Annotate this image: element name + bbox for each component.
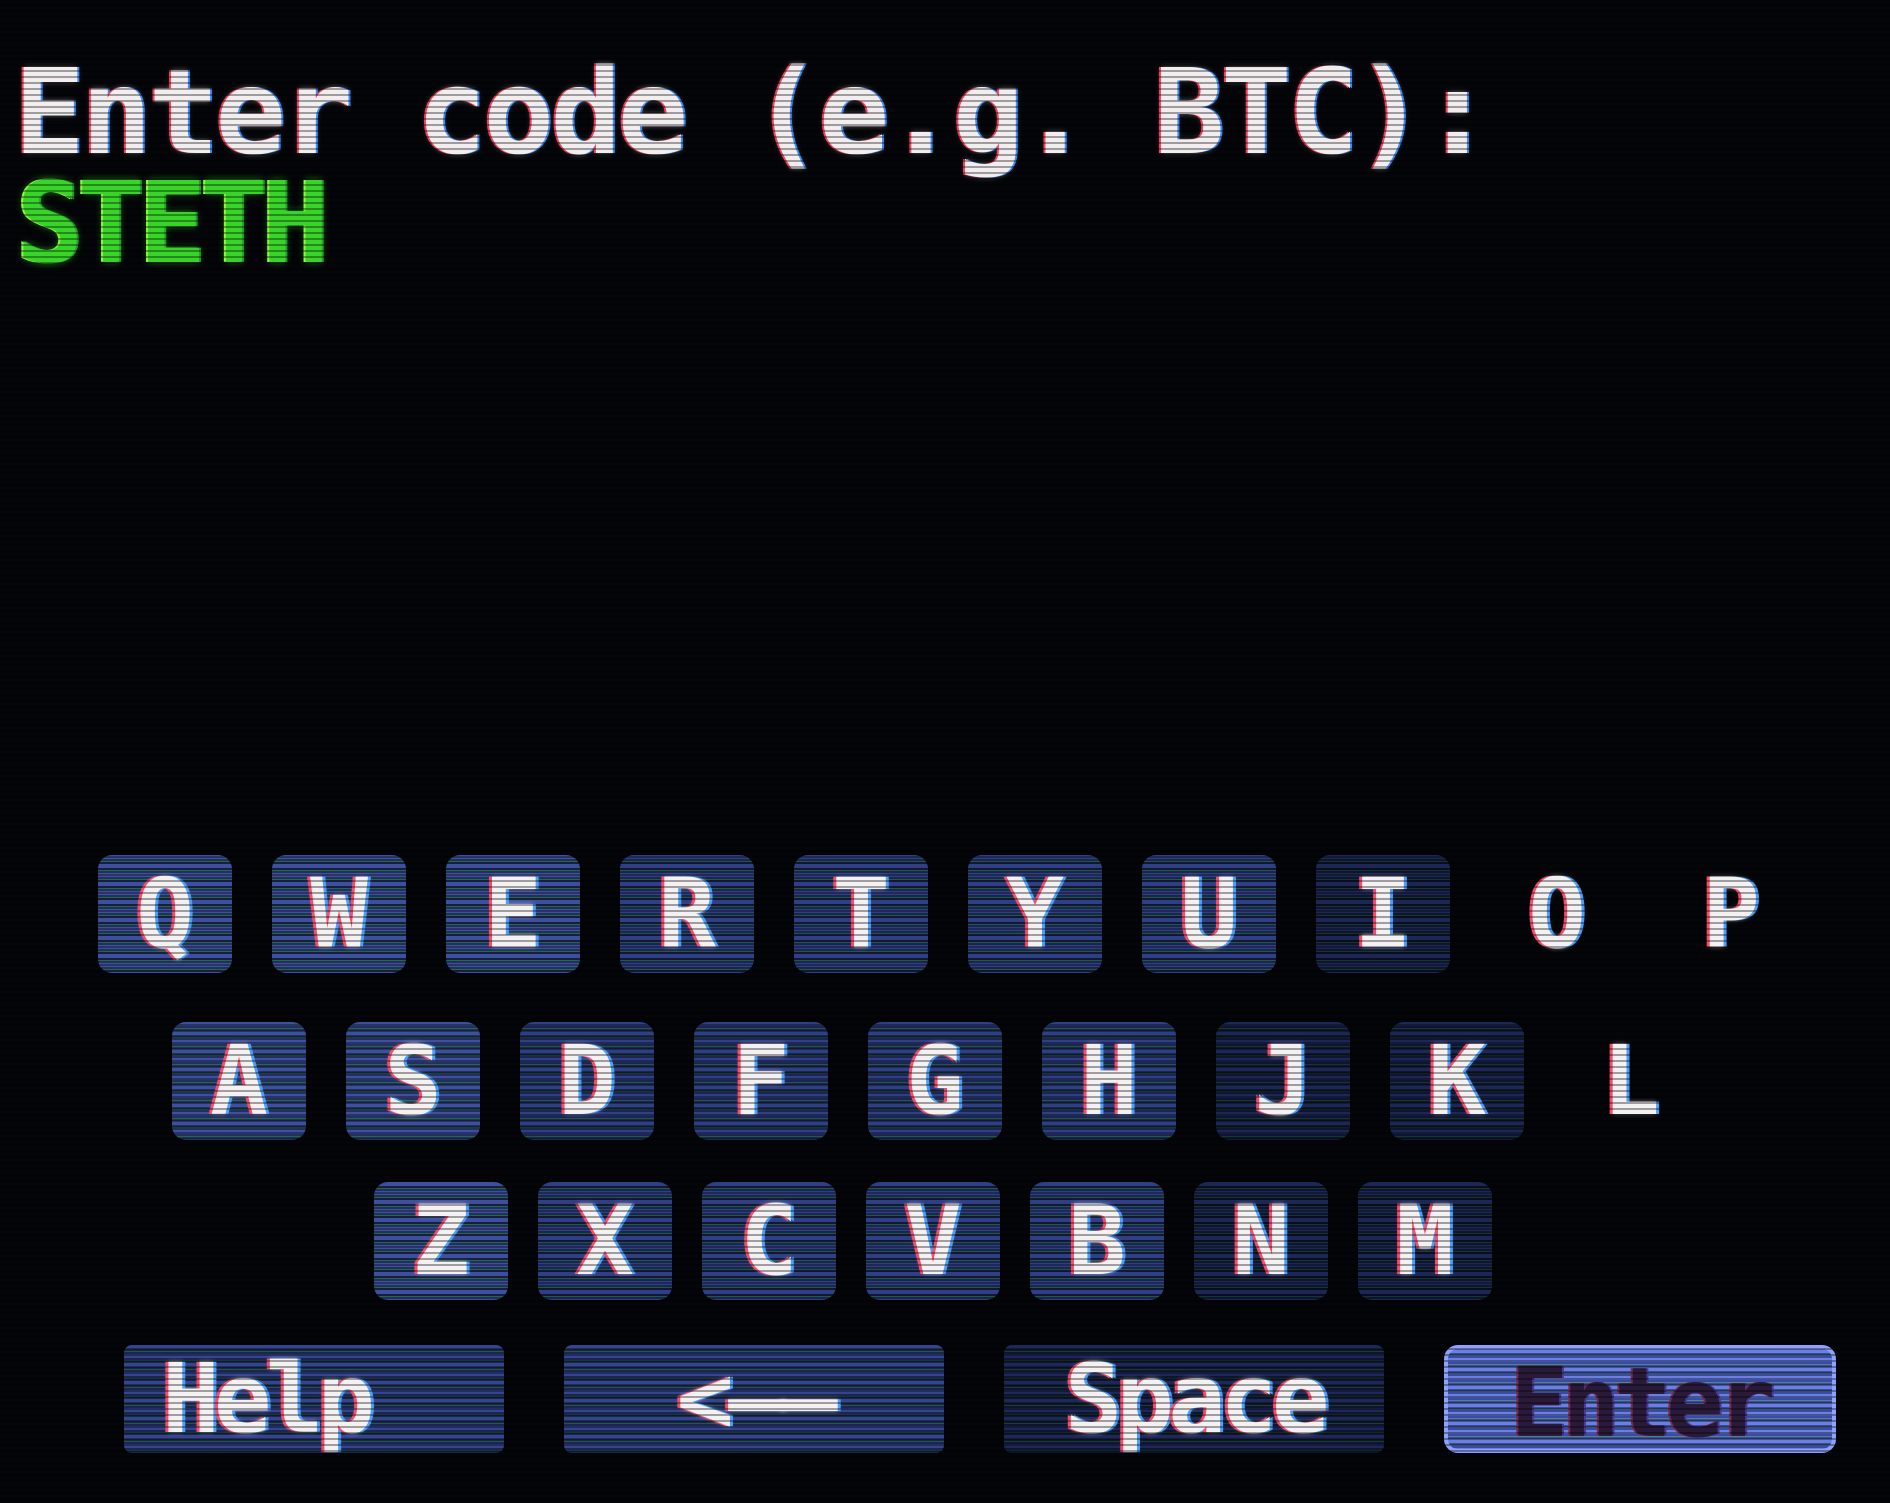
key-v[interactable]: V xyxy=(866,1182,1000,1300)
key-g[interactable]: G xyxy=(868,1022,1002,1140)
key-r[interactable]: R xyxy=(620,855,754,973)
keyboard-row-2: A S D F G H J K L xyxy=(172,1022,1738,1140)
key-q[interactable]: Q xyxy=(98,855,232,973)
device-screen: Enter code (e.g. BTC): STETH Q W E R T Y… xyxy=(0,0,1890,1503)
key-x[interactable]: X xyxy=(538,1182,672,1300)
key-a[interactable]: A xyxy=(172,1022,306,1140)
key-l[interactable]: L xyxy=(1564,1022,1698,1140)
key-c[interactable]: C xyxy=(702,1182,836,1300)
key-k[interactable]: K xyxy=(1390,1022,1524,1140)
key-h[interactable]: H xyxy=(1042,1022,1176,1140)
keyboard-row-3: Z X C V B N M xyxy=(374,1182,1522,1300)
prompt-label: Enter code (e.g. BTC): xyxy=(14,43,1493,181)
space-button[interactable]: Space xyxy=(1004,1345,1384,1453)
key-u[interactable]: U xyxy=(1142,855,1276,973)
key-z[interactable]: Z xyxy=(374,1182,508,1300)
key-s[interactable]: S xyxy=(346,1022,480,1140)
key-y[interactable]: Y xyxy=(968,855,1102,973)
key-b[interactable]: B xyxy=(1030,1182,1164,1300)
key-e[interactable]: E xyxy=(446,855,580,973)
function-key-row: Help <—— Space Enter xyxy=(124,1345,1836,1453)
key-f[interactable]: F xyxy=(694,1022,828,1140)
enter-button[interactable]: Enter xyxy=(1444,1345,1836,1453)
keyboard-row-1: Q W E R T Y U I O P xyxy=(98,855,1838,973)
key-j[interactable]: J xyxy=(1216,1022,1350,1140)
key-m[interactable]: M xyxy=(1358,1182,1492,1300)
key-p[interactable]: P xyxy=(1664,855,1798,973)
key-w[interactable]: W xyxy=(272,855,406,973)
help-button[interactable]: Help xyxy=(124,1345,504,1453)
key-t[interactable]: T xyxy=(794,855,928,973)
key-d[interactable]: D xyxy=(520,1022,654,1140)
code-input[interactable]: STETH xyxy=(16,168,329,280)
backspace-button[interactable]: <—— xyxy=(564,1345,944,1453)
key-i[interactable]: I xyxy=(1316,855,1450,973)
key-o[interactable]: O xyxy=(1490,855,1624,973)
key-n[interactable]: N xyxy=(1194,1182,1328,1300)
